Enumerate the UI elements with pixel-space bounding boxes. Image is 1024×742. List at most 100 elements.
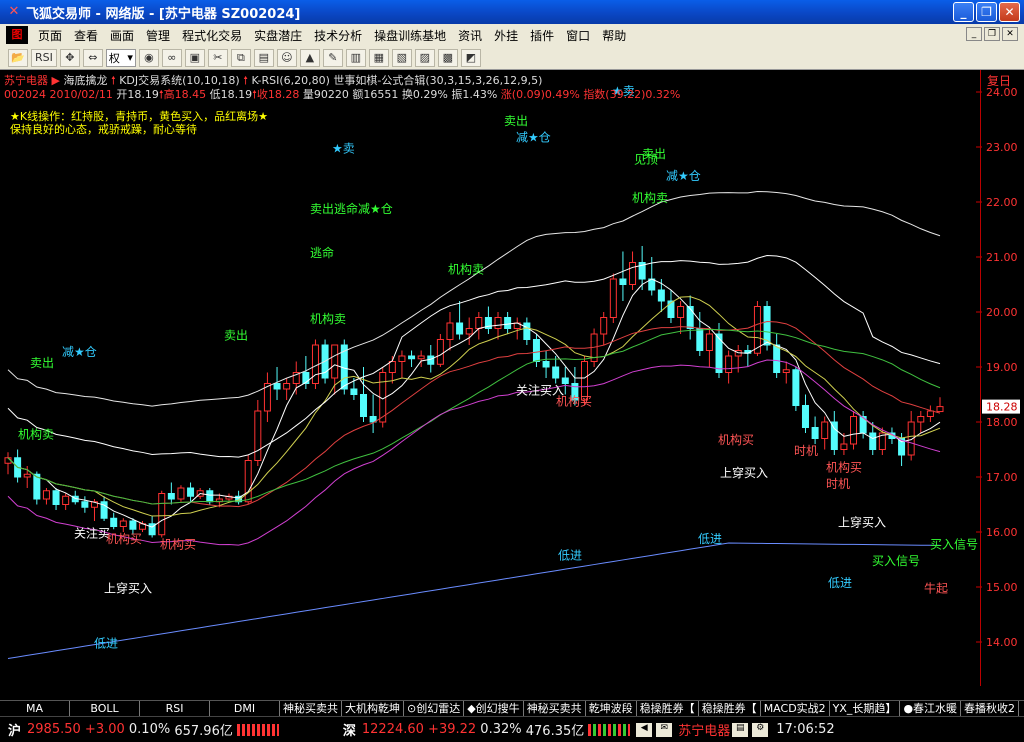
candle-body — [801, 405, 809, 428]
layout5-icon[interactable]: ▩ — [437, 48, 458, 67]
candle-body — [494, 317, 502, 329]
layout1-icon[interactable]: ▥ — [345, 48, 366, 67]
menu-page[interactable]: 页面 — [32, 27, 68, 44]
formula-tab[interactable]: 神秘买卖共 — [524, 700, 586, 717]
chart-icon[interactable]: ◩ — [460, 48, 481, 67]
status-stock[interactable]: 苏宁电器 — [678, 720, 730, 739]
chart-annotation: 上穿买入 — [104, 581, 152, 596]
candle-body — [273, 383, 281, 390]
tab-dmi[interactable]: DMI — [210, 700, 280, 717]
alarm-icon[interactable]: ✉ — [656, 722, 673, 737]
formula-tab[interactable]: 神秘买卖共 — [280, 700, 342, 717]
quote-change: 涨(0.09)0.49% — [500, 88, 580, 101]
menu-external[interactable]: 外挂 — [488, 27, 524, 44]
tab-ma[interactable]: MA — [0, 700, 70, 717]
doc-icon[interactable]: 图 — [6, 26, 28, 44]
price-axis-mode[interactable]: 复日 — [987, 72, 1011, 89]
formula-tab[interactable]: YX_长期趋】 — [830, 700, 901, 717]
copy-icon[interactable]: ⧉ — [230, 48, 251, 67]
candle-body — [465, 328, 473, 335]
filter-icon[interactable]: ▣ — [184, 48, 205, 67]
close-button[interactable]: ✕ — [999, 2, 1020, 22]
formula-tab[interactable]: ●春江水暖 — [900, 700, 962, 717]
menu-live-dealer[interactable]: 实盘潜庄 — [248, 27, 308, 44]
book-icon[interactable]: ▤ — [253, 48, 274, 67]
formula-tab[interactable]: 大机构乾坤 — [342, 700, 404, 717]
formula-tab[interactable]: 稳操胜券【 — [637, 700, 699, 717]
candle-body — [398, 355, 406, 362]
chart-annotation: 逃命 — [310, 245, 334, 260]
quote-code: 002024 — [4, 88, 46, 101]
quote-high: 高18.45 — [163, 88, 207, 101]
tab-boll[interactable]: BOLL — [70, 700, 140, 717]
menu-window[interactable]: 窗口 — [560, 27, 596, 44]
mdi-close-button[interactable]: ✕ — [1002, 27, 1018, 41]
chart-annotation: 机构卖 — [310, 311, 346, 326]
tool-icon[interactable]: ⚙ — [752, 722, 769, 737]
menu-plugins[interactable]: 插件 — [524, 27, 560, 44]
move-icon[interactable]: ✥ — [59, 48, 80, 67]
candle-body — [629, 262, 637, 285]
menu-program-trading[interactable]: 程式化交易 — [176, 27, 248, 44]
quote-turnover: 换0.29% — [401, 88, 448, 101]
list-icon[interactable]: ▤ — [732, 722, 749, 737]
formula-tab[interactable]: 春播秋收2 — [961, 700, 1020, 717]
menu-manage[interactable]: 管理 — [140, 27, 176, 44]
chart-annotation: 牛起 — [924, 581, 948, 596]
candle-body — [782, 369, 790, 373]
sh-index: 2985.50 — [27, 722, 81, 737]
chart-annotation: 时机 — [826, 477, 850, 491]
cut-icon[interactable]: ✂ — [207, 48, 228, 67]
open-icon[interactable]: 📂 — [8, 48, 28, 67]
candle-body — [840, 443, 848, 450]
toolbar: 📂 RSI ✥ ⇔ 权 ▾ ◉ ∞ ▣ ✂ ⧉ ▤ ☺ ▲ ✎ ▥ ▦ ▧ ▨ ▩… — [0, 46, 1024, 70]
rsi-icon[interactable]: RSI — [31, 48, 57, 67]
candle-body — [436, 339, 444, 365]
candle-body — [830, 421, 838, 450]
layout2-icon[interactable]: ▦ — [368, 48, 389, 67]
menu-screen[interactable]: 画面 — [104, 27, 140, 44]
candle-body — [542, 361, 550, 368]
menu-view[interactable]: 查看 — [68, 27, 104, 44]
user-icon[interactable]: ☺ — [276, 48, 297, 67]
chart-annotation: 卖出逃命减★仓 — [310, 201, 393, 216]
rights-dropdown[interactable]: 权 ▾ — [105, 48, 136, 67]
formula-tab[interactable]: ◆创幻搜牛 — [464, 700, 524, 717]
chart-annotation: 机构买 — [556, 394, 592, 409]
kline-chart[interactable]: 24.0023.0022.0021.0020.0019.0018.0017.00… — [0, 70, 1024, 686]
compare-icon[interactable]: ∞ — [161, 48, 182, 67]
tab-rsi[interactable]: RSI — [140, 700, 210, 717]
candle-body — [254, 410, 262, 461]
mdi-restore-button[interactable]: ❐ — [984, 27, 1000, 41]
chart-annotation: 低进 — [828, 576, 852, 590]
expand-icon[interactable]: ⇔ — [82, 48, 103, 67]
formula-tab[interactable]: 乾坤波段 — [586, 700, 637, 717]
candle-body — [619, 278, 627, 285]
candle-body — [792, 369, 800, 406]
indicator-icon[interactable]: ◉ — [138, 48, 159, 67]
maximize-button[interactable]: ❐ — [976, 2, 997, 22]
layout3-icon[interactable]: ▧ — [391, 48, 412, 67]
chart-annotation: 减★仓 — [62, 345, 97, 359]
menu-tech-analysis[interactable]: 技术分析 — [308, 27, 368, 44]
mdi-minimize-button[interactable]: _ — [966, 27, 982, 41]
minimize-button[interactable]: _ — [953, 2, 974, 22]
layout4-icon[interactable]: ▨ — [414, 48, 435, 67]
speaker-icon[interactable]: ◀ — [636, 722, 653, 737]
alert-icon[interactable]: ▲ — [299, 48, 320, 67]
app-icon: ✕ — [8, 4, 20, 19]
menu-info[interactable]: 资讯 — [452, 27, 488, 44]
sz-amount: 476.35亿 — [525, 724, 585, 739]
quote-open: 开18.19 — [116, 88, 159, 101]
candle-body — [850, 416, 858, 445]
formula-tab[interactable]: ⊙创幻雷达 — [404, 700, 465, 717]
rights-dropdown-value: 权 — [108, 51, 120, 65]
chart-annotation: 减★仓 — [666, 169, 701, 183]
draw-icon[interactable]: ✎ — [322, 48, 343, 67]
chart-annotation: 机构卖 — [632, 190, 668, 205]
menu-training[interactable]: 操盘训练基地 — [368, 27, 452, 44]
formula-tab[interactable]: MACD实战2 — [761, 700, 830, 717]
formula-tab[interactable]: 稳操胜券【 — [699, 700, 761, 717]
menu-help[interactable]: 帮助 — [596, 27, 632, 44]
chart-annotation: 机构买 — [718, 432, 754, 447]
